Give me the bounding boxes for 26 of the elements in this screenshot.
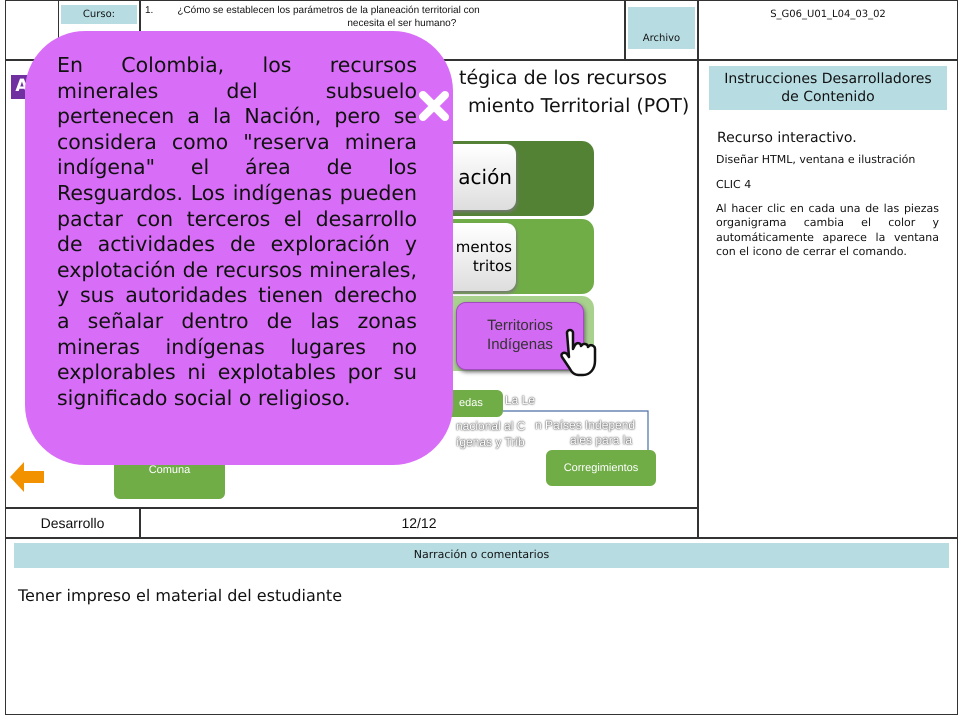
instructions-text: Diseñar HTML, ventana e ilustración	[716, 153, 916, 168]
course-label: Curso:	[61, 5, 137, 24]
file-code: S_G06_U01_L04_03_02	[698, 0, 958, 60]
overflow-text: ales para la	[570, 434, 632, 446]
narration-title: Narración o comentarios	[14, 543, 949, 568]
narration-text: Tener impreso el material del estudiante	[18, 584, 344, 606]
popup-text: En Colombia, los recursos minerales del subsuelo pertenecen a la Nación, pero se considera como "reserva minera indígena" el área de los Resguardos. Los indígenas pueden pactar con terceros el desarrollo de actividades de exploración y explotación de recursos minerales, y sus autoridades tienen derecho a señalar dentro de las zonas mineras indígenas lugares no explorables ni explotables por su significado social o religioso.	[57, 53, 417, 412]
overflow-text: n Países Independ	[535, 419, 636, 431]
close-icon[interactable]	[418, 90, 450, 122]
page-number: 12/12	[140, 508, 698, 538]
organigram-node[interactable]: Territorios Indígenas	[456, 302, 584, 370]
file-label: Archivo	[628, 7, 695, 49]
slide-title: miento Territorial (POT)	[468, 97, 690, 116]
overflow-text: La Le	[505, 394, 536, 406]
question-text: necesita el ser humano?	[346, 18, 458, 29]
instructions-title: Instrucciones Desarrolladores de Contenido	[709, 66, 947, 110]
instructions-text: Al hacer clic en cada una de las piezas organigrama cambia el color y automáticamente aparece la ventana con el icono de cerrar el comando.	[716, 202, 939, 260]
instructions-heading: Recurso interactivo.	[717, 129, 858, 148]
slide-title: tégica de los recursos	[459, 69, 668, 88]
section-name: Desarrollo	[5, 508, 140, 538]
organigram-box[interactable]: Corregimientos	[546, 450, 656, 486]
question-number: 1.	[145, 5, 154, 18]
instructions-text: CLIC 4	[716, 178, 752, 192]
overflow-text: nacional al C	[456, 420, 526, 432]
question-text: ¿Cómo se establecen los parámetros de la planeación territorial con	[177, 5, 480, 16]
overflow-text: ígenas y Trib	[456, 436, 525, 448]
